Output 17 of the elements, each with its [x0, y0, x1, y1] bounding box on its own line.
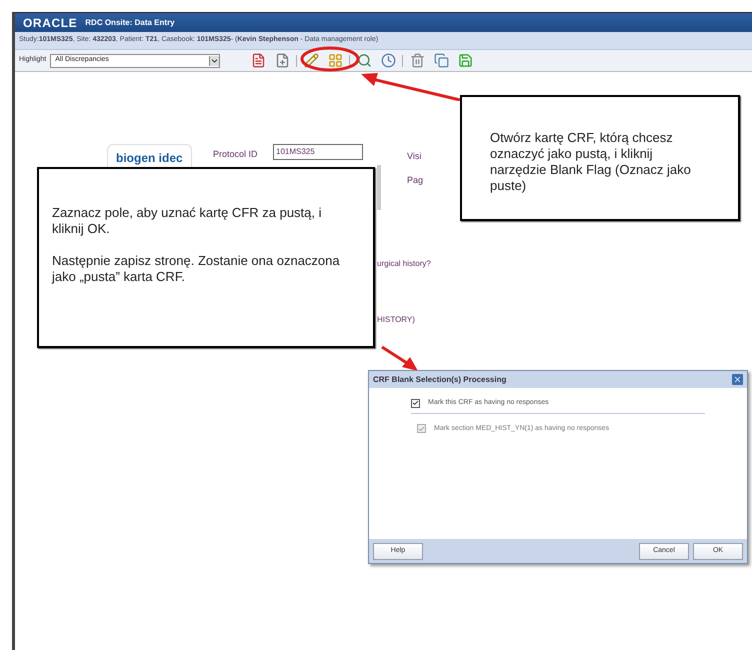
callout-text: Następnie zapisz stronę. Zostanie ona oznaczona jako „pusta” karta CRF. [52, 253, 341, 285]
section-title: HISTORY) [377, 314, 415, 326]
callout-text: Otwórz kartę CRF, którą chcesz oznaczyć jako pustą, i kliknij narzędzie Blank Flag (Oznacz jako puste) [490, 130, 692, 194]
checkbox[interactable] [411, 398, 420, 408]
highlight-ellipse [300, 46, 360, 72]
window-title: RDC Onsite: Data Entry [85, 16, 175, 28]
caret-icon [209, 56, 220, 66]
dialog-title: CRF Blank Selection(s) Processing [373, 374, 506, 386]
question-text: urgical history? [377, 258, 431, 270]
visit-label: Visi [407, 150, 422, 163]
protocol-field[interactable]: 101MS325 [273, 144, 363, 160]
callout-text: Zaznacz pole, aby uznać kartę CFR za pustą, i kliknij OK. [52, 205, 323, 237]
page-label: Pag [407, 174, 424, 187]
close-button[interactable] [732, 374, 743, 385]
arrow-drawing [380, 345, 420, 373]
logo: ORACLE [23, 14, 78, 32]
protocol-label: Protocol ID [213, 148, 258, 161]
